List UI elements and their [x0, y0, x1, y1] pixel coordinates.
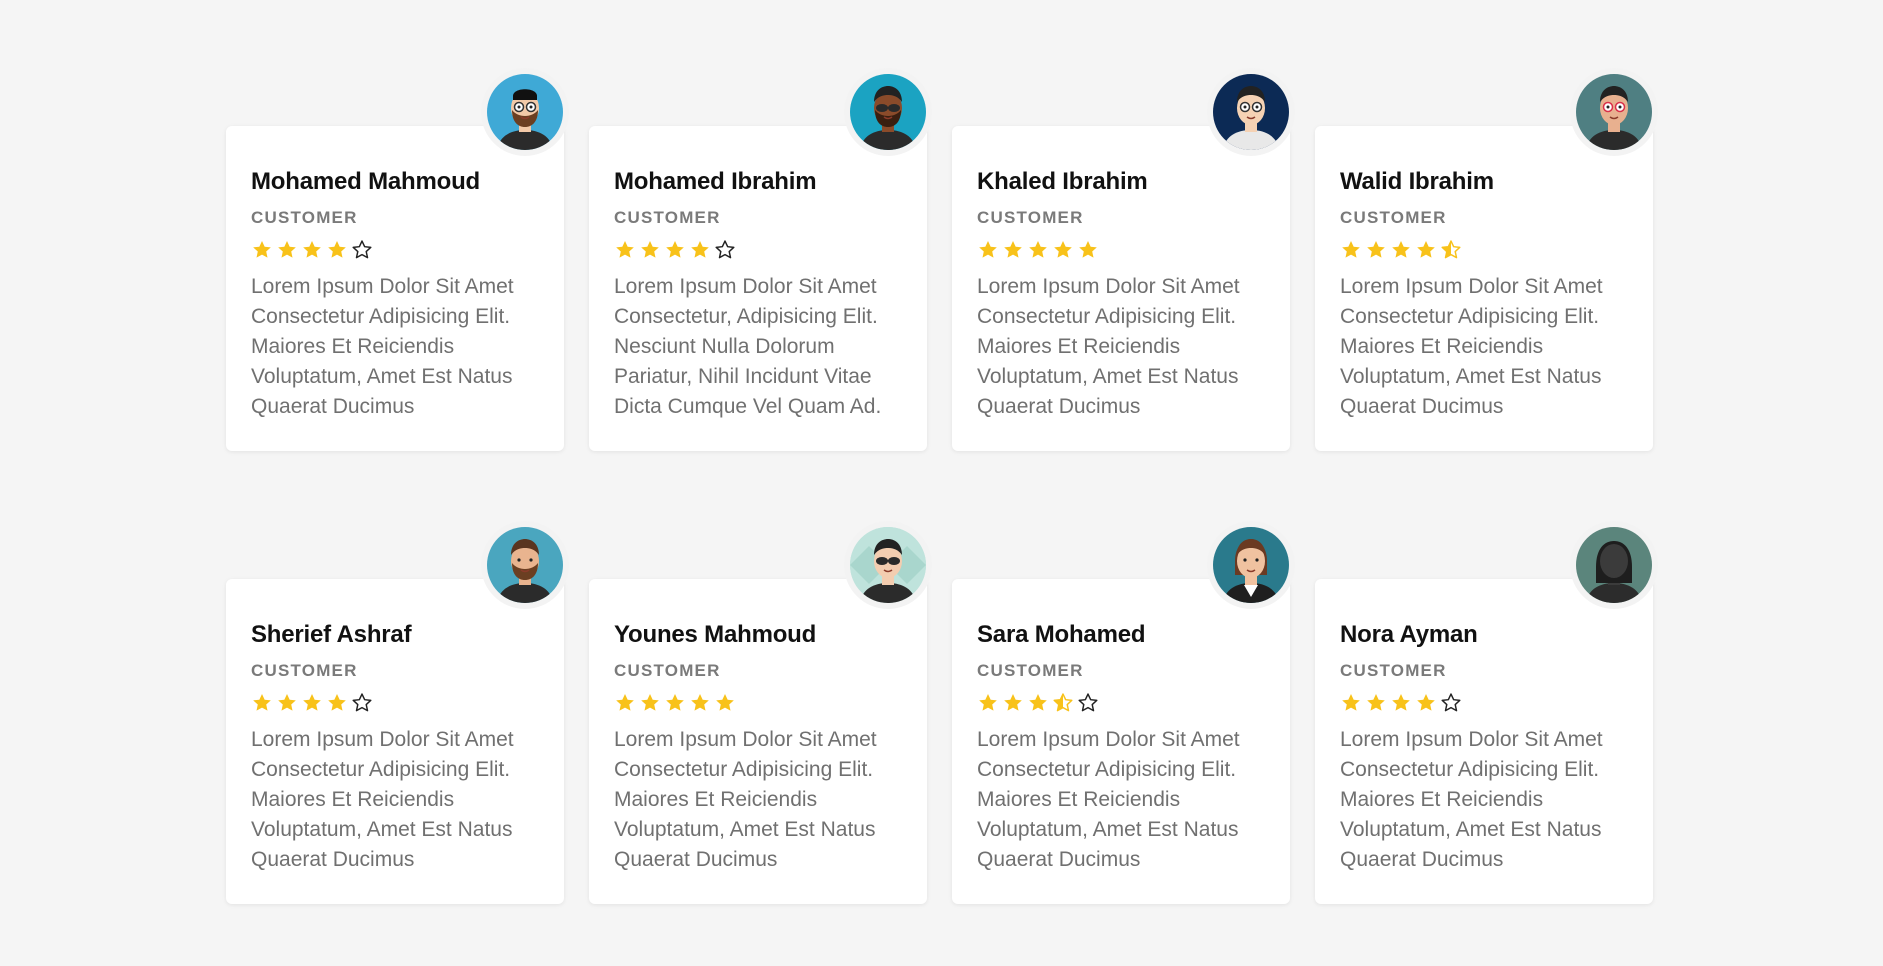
avatar-frame: [481, 68, 569, 156]
star-full-icon: [303, 694, 321, 711]
star-rating: [251, 238, 539, 262]
customer-role: CUSTOMER: [251, 661, 358, 680]
star-empty-icon: [715, 240, 735, 259]
testimonial-card: Nora Ayman CUSTOMER Lorem Ipsum Dolor Si…: [1315, 521, 1658, 904]
customer-role: CUSTOMER: [1340, 208, 1447, 227]
testimonial-card: Sherief Ashraf CUSTOMER Lorem Ipsum Dolo…: [226, 521, 569, 904]
star-rating: [251, 691, 539, 715]
star-full-icon: [303, 241, 321, 258]
star-empty-icon: [352, 693, 372, 712]
star-full-icon: [979, 241, 997, 258]
testimonial-card: Mohamed Mahmoud CUSTOMER Lorem Ipsum Dol…: [226, 68, 569, 451]
avatar-frame: [1570, 521, 1658, 609]
customer-role: CUSTOMER: [1340, 661, 1447, 680]
customer-name: Sherief Ashraf: [251, 621, 412, 648]
star-full-icon: [328, 694, 346, 711]
avatar-frame: [844, 521, 932, 609]
avatar-dark-hair-woman-icon: [1576, 527, 1652, 603]
star-rating: [977, 238, 1265, 262]
testimonials-grid: Mohamed Mahmoud CUSTOMER Lorem Ipsum Dol…: [226, 68, 1658, 904]
customer-name: Walid Ibrahim: [1340, 168, 1494, 195]
customer-name: Khaled Ibrahim: [977, 168, 1148, 195]
star-full-icon: [616, 694, 634, 711]
star-full-icon: [1392, 241, 1410, 258]
star-full-icon: [1417, 694, 1435, 711]
star-full-icon: [253, 694, 271, 711]
customer-role: CUSTOMER: [614, 661, 721, 680]
customer-name: Sara Mohamed: [977, 621, 1146, 648]
star-full-icon: [1054, 241, 1072, 258]
star-full-icon: [1029, 694, 1047, 711]
avatar-frame: [844, 68, 932, 156]
testimonial-text: Lorem Ipsum Dolor Sit Amet Consectetur A…: [1340, 728, 1603, 871]
star-rating: [614, 238, 902, 262]
star-half-icon: [1053, 693, 1073, 712]
avatar-bearded-man-icon: [487, 527, 563, 603]
star-full-icon: [666, 241, 684, 258]
star-full-icon: [1342, 241, 1360, 258]
customer-name: Mohamed Ibrahim: [614, 168, 817, 195]
avatar-frame: [1570, 68, 1658, 156]
star-full-icon: [253, 241, 271, 258]
avatar-glasses-beard-man-icon: [487, 74, 563, 150]
star-full-icon: [328, 241, 346, 258]
star-rating: [1340, 238, 1628, 262]
testimonial-card: Younes Mahmoud CUSTOMER Lorem Ipsum Dolo…: [589, 521, 932, 904]
star-full-icon: [278, 694, 296, 711]
testimonial-text: Lorem Ipsum Dolor Sit Amet Consectetur A…: [251, 728, 514, 871]
testimonial-text: Lorem Ipsum Dolor Sit Amet Consectetur, …: [614, 275, 882, 418]
star-full-icon: [1392, 694, 1410, 711]
testimonial-card: Mohamed Ibrahim CUSTOMER Lorem Ipsum Dol…: [589, 68, 932, 451]
star-full-icon: [1004, 694, 1022, 711]
star-full-icon: [278, 241, 296, 258]
customer-name: Nora Ayman: [1340, 621, 1478, 648]
star-rating: [1340, 691, 1628, 715]
testimonial-card: Walid Ibrahim CUSTOMER Lorem Ipsum Dolor…: [1315, 68, 1658, 451]
star-empty-icon: [1078, 693, 1098, 712]
avatar-sunglasses-man-icon: [850, 74, 926, 150]
star-full-icon: [1342, 694, 1360, 711]
avatar-frame: [1207, 68, 1295, 156]
star-full-icon: [1367, 241, 1385, 258]
avatar-woman-icon: [1213, 527, 1289, 603]
testimonial-text: Lorem Ipsum Dolor Sit Amet Consectetur A…: [977, 275, 1240, 418]
testimonial-text: Lorem Ipsum Dolor Sit Amet Consectetur A…: [251, 275, 514, 418]
star-full-icon: [691, 241, 709, 258]
star-full-icon: [979, 694, 997, 711]
star-full-icon: [1367, 694, 1385, 711]
star-full-icon: [641, 694, 659, 711]
star-empty-icon: [352, 240, 372, 259]
customer-role: CUSTOMER: [251, 208, 358, 227]
avatar-aviator-man-icon: [850, 527, 926, 603]
avatar-frame: [481, 521, 569, 609]
customer-role: CUSTOMER: [977, 208, 1084, 227]
avatar-glasses-man-icon: [1213, 74, 1289, 150]
avatar-frame: [1207, 521, 1295, 609]
star-full-icon: [1004, 241, 1022, 258]
star-full-icon: [616, 241, 634, 258]
star-full-icon: [666, 694, 684, 711]
testimonial-text: Lorem Ipsum Dolor Sit Amet Consectetur A…: [977, 728, 1240, 871]
star-full-icon: [716, 694, 734, 711]
star-empty-icon: [1441, 693, 1461, 712]
star-full-icon: [1417, 241, 1435, 258]
testimonial-card: Sara Mohamed CUSTOMER Lorem Ipsum Dolor …: [952, 521, 1295, 904]
customer-name: Mohamed Mahmoud: [251, 168, 480, 195]
star-rating: [977, 691, 1265, 715]
customer-name: Younes Mahmoud: [614, 621, 817, 648]
star-full-icon: [641, 241, 659, 258]
testimonial-text: Lorem Ipsum Dolor Sit Amet Consectetur A…: [1340, 275, 1603, 418]
star-half-icon: [1441, 240, 1461, 259]
star-rating: [614, 691, 902, 715]
star-full-icon: [691, 694, 709, 711]
avatar-red-glasses-man-icon: [1576, 74, 1652, 150]
testimonial-text: Lorem Ipsum Dolor Sit Amet Consectetur A…: [614, 728, 877, 871]
customer-role: CUSTOMER: [977, 661, 1084, 680]
customer-role: CUSTOMER: [614, 208, 721, 227]
star-full-icon: [1029, 241, 1047, 258]
testimonial-card: Khaled Ibrahim CUSTOMER Lorem Ipsum Dolo…: [952, 68, 1295, 451]
star-full-icon: [1079, 241, 1097, 258]
